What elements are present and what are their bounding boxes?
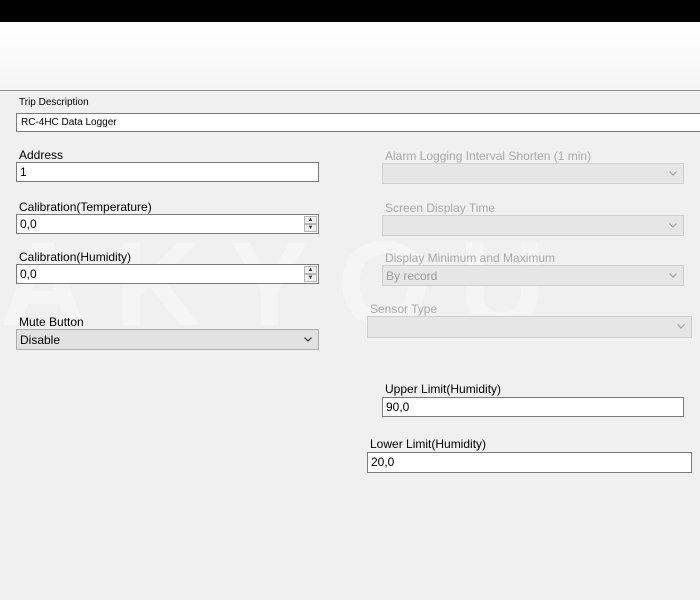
calibration-temperature-label: Calibration(Temperature) [19, 200, 152, 214]
lower-limit-humidity-field[interactable]: 20,0 [367, 452, 692, 473]
calibration-temperature-value: 0,0 [20, 217, 37, 231]
trip-description-field[interactable]: RC-4HC Data Logger [16, 113, 700, 132]
lower-limit-humidity-label: Lower Limit(Humidity) [370, 437, 487, 451]
display-min-max-select[interactable]: By record [382, 265, 684, 286]
chevron-down-icon [677, 324, 685, 329]
calibration-humidity-value: 0,0 [20, 267, 37, 281]
display-min-max-label: Display Minimum and Maximum [385, 251, 556, 265]
calibration-humidity-label: Calibration(Humidity) [19, 250, 132, 264]
alarm-logging-interval-select[interactable] [382, 163, 684, 184]
mute-button-select[interactable]: Disable [16, 329, 319, 350]
trip-description-label: Trip Description [19, 97, 89, 108]
spin-up-icon[interactable]: ▲ [304, 216, 317, 224]
upper-limit-humidity-field[interactable]: 90,0 [382, 397, 684, 417]
spin-down-icon[interactable]: ▼ [304, 274, 317, 282]
sensor-type-select[interactable] [367, 316, 692, 338]
sensor-type-label: Sensor Type [370, 302, 438, 316]
mute-button-value: Disable [20, 333, 61, 347]
display-min-max-value: By record [386, 269, 438, 283]
top-black-bar [0, 0, 700, 22]
alarm-logging-interval-label: Alarm Logging Interval Shorten (1 min) [385, 149, 592, 163]
address-label: Address [19, 148, 64, 162]
chevron-down-icon [669, 222, 677, 228]
calibration-humidity-stepper[interactable]: 0,0 ▲ ▼ [16, 264, 319, 284]
spin-up-icon[interactable]: ▲ [304, 266, 317, 274]
header-divider [0, 90, 700, 91]
spin-down-icon[interactable]: ▼ [304, 224, 317, 232]
chevron-down-icon [669, 272, 677, 278]
mute-button-label: Mute Button [19, 315, 84, 329]
screen-display-time-select[interactable] [382, 215, 684, 236]
upper-limit-humidity-label: Upper Limit(Humidity) [385, 382, 502, 396]
chevron-down-icon [304, 336, 312, 342]
calibration-temperature-stepper[interactable]: 0,0 ▲ ▼ [16, 214, 319, 234]
screen-display-time-label: Screen Display Time [385, 201, 496, 215]
header-area [0, 22, 700, 90]
chevron-down-icon [669, 170, 677, 176]
address-field[interactable]: 1 [16, 162, 319, 182]
